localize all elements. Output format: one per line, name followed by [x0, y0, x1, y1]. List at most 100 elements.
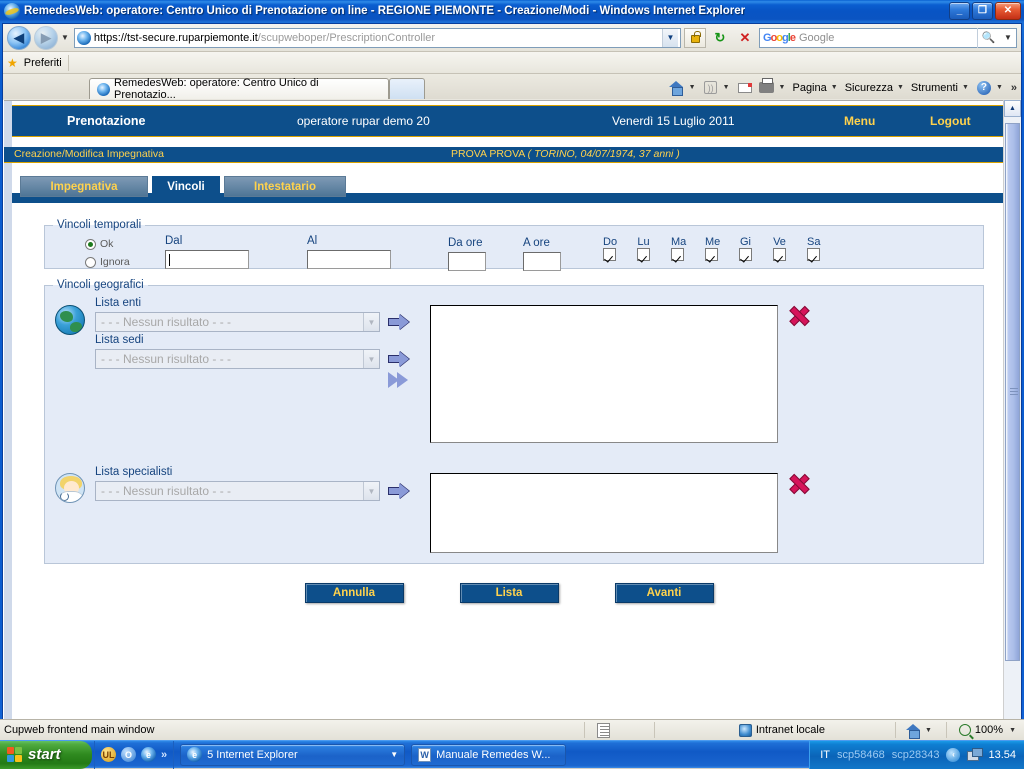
tray-expand-icon[interactable]: ‹	[946, 747, 961, 762]
protected-mode-caret-icon[interactable]: ▼	[925, 727, 932, 734]
weekday-do-checkbox[interactable]	[603, 248, 616, 261]
search-provider-caret-icon[interactable]: ▼	[1003, 33, 1013, 42]
weekday-sa[interactable]: Sa	[807, 236, 820, 261]
weekday-lu-checkbox[interactable]	[637, 248, 650, 261]
security-zone[interactable]: Intranet locale	[738, 723, 825, 737]
page-menu-caret-icon[interactable]: ▼	[831, 84, 838, 91]
address-bar[interactable]: https://tst-secure.ruparpiemonte.it/scup…	[73, 27, 681, 48]
security-menu[interactable]: Sicurezza	[843, 82, 895, 94]
lista-sedi-select[interactable]: - - - Nessun risultato - - - ▼	[95, 349, 380, 369]
forward-button[interactable]: ▶	[34, 25, 58, 50]
taskbar-button-word[interactable]: W Manuale Remedes W...	[411, 743, 567, 766]
clock[interactable]: 13.54	[988, 749, 1016, 761]
tools-menu[interactable]: Strumenti	[909, 82, 960, 94]
quick-launch-overflow-icon[interactable]: »	[161, 749, 167, 761]
radio-ok-row[interactable]: Ok	[85, 238, 113, 250]
lista-specialisti-select[interactable]: - - - Nessun risultato - - - ▼	[95, 481, 380, 501]
tray-item-2[interactable]: scp28343	[892, 749, 940, 761]
back-button[interactable]: ◀	[7, 25, 31, 50]
history-caret-icon[interactable]: ▼	[61, 33, 69, 42]
tab-vincoli[interactable]: Vincoli	[152, 176, 220, 197]
print-caret-icon[interactable]: ▼	[779, 84, 786, 91]
ssl-lock-button[interactable]	[684, 27, 706, 48]
ie-icon[interactable]: e	[141, 747, 156, 762]
logout-link[interactable]: Logout	[930, 114, 971, 128]
minimize-button[interactable]: _	[949, 2, 970, 20]
home-caret-icon[interactable]: ▼	[689, 84, 696, 91]
delete-specialisti-icon[interactable]	[789, 474, 807, 492]
page-menu[interactable]: Pagina	[790, 82, 828, 94]
favorites-star-icon[interactable]: ★	[7, 56, 18, 70]
weekday-ve-checkbox[interactable]	[773, 248, 786, 261]
stop-button[interactable]: ✕	[734, 28, 756, 48]
dal-input[interactable]	[165, 250, 249, 269]
search-go-icon[interactable]: 🔍	[977, 27, 999, 48]
weekday-gi[interactable]: Gi	[739, 236, 752, 261]
weekday-lu[interactable]: Lu	[637, 236, 650, 261]
outlook-icon[interactable]: O	[121, 747, 136, 762]
help-icon[interactable]: ?	[974, 78, 994, 97]
page-scrollbar[interactable]: ▲ ▼	[1003, 100, 1021, 739]
search-box[interactable]: Google Google 🔍 ▼	[759, 27, 1017, 48]
add-all-sedi-arrow-icon[interactable]	[388, 372, 414, 388]
restore-button[interactable]: ❐	[972, 2, 993, 20]
selected-specialisti-listbox[interactable]	[430, 473, 778, 553]
mail-icon[interactable]	[735, 78, 755, 97]
al-input[interactable]	[307, 250, 391, 269]
weekday-do[interactable]: Do	[603, 236, 617, 261]
da-ore-input[interactable]	[448, 252, 486, 271]
favorites-label[interactable]: Preferiti	[24, 57, 62, 69]
weekday-sa-checkbox[interactable]	[807, 248, 820, 261]
new-tab-button[interactable]	[389, 78, 425, 99]
tab-impegnativa[interactable]: Impegnativa	[20, 176, 148, 197]
ulead-icon[interactable]: UL	[101, 747, 116, 762]
zoom-level[interactable]: 100%	[975, 724, 1003, 736]
weekday-ve[interactable]: Ve	[773, 236, 786, 261]
tab-intestatario[interactable]: Intestatario	[224, 176, 346, 197]
browser-tab-active[interactable]: RemedesWeb: operatore: Centro Unico di P…	[89, 77, 389, 101]
taskbar-ie-caret-icon[interactable]: ▼	[390, 750, 398, 759]
weekday-me[interactable]: Me	[705, 236, 720, 261]
lista-button[interactable]: Lista	[459, 583, 559, 603]
annulla-button[interactable]: Annulla	[304, 583, 404, 603]
scroll-up-button[interactable]: ▲	[1004, 100, 1021, 117]
a-ore-input[interactable]	[523, 252, 561, 271]
tray-item-1[interactable]: scp58468	[837, 749, 885, 761]
add-enti-arrow-icon[interactable]	[388, 314, 410, 330]
chevron-down-icon[interactable]: ▼	[363, 350, 379, 368]
chevron-down-icon[interactable]: ▼	[363, 482, 379, 500]
start-button[interactable]: start	[0, 740, 92, 769]
weekday-ma[interactable]: Ma	[671, 236, 686, 261]
lista-enti-select[interactable]: - - - Nessun risultato - - - ▼	[95, 312, 380, 332]
scrollbar-track[interactable]	[1004, 117, 1021, 722]
toolbar-overflow-icon[interactable]: »	[1011, 82, 1017, 94]
selected-enti-listbox[interactable]	[430, 305, 778, 443]
refresh-button[interactable]: ↻	[709, 28, 731, 48]
zoom-caret-icon[interactable]: ▼	[1009, 727, 1016, 734]
rss-caret-icon[interactable]: ▼	[723, 84, 730, 91]
address-dropdown-icon[interactable]: ▼	[662, 28, 678, 47]
rss-icon[interactable]: ))	[701, 78, 721, 97]
weekday-me-checkbox[interactable]	[705, 248, 718, 261]
add-specialisti-arrow-icon[interactable]	[388, 483, 410, 499]
print-icon[interactable]	[757, 78, 777, 97]
search-input[interactable]: Google	[799, 32, 973, 44]
network-icon[interactable]	[967, 748, 984, 761]
security-menu-caret-icon[interactable]: ▼	[897, 84, 904, 91]
help-caret-icon[interactable]: ▼	[996, 84, 1003, 91]
weekday-ma-checkbox[interactable]	[671, 248, 684, 261]
add-sedi-arrow-icon[interactable]	[388, 351, 410, 367]
delete-enti-icon[interactable]	[789, 306, 807, 324]
radio-ignora-row[interactable]: Ignora	[85, 256, 130, 268]
scrollbar-thumb[interactable]	[1005, 123, 1020, 661]
radio-ignora[interactable]	[85, 256, 96, 268]
radio-ok[interactable]	[85, 238, 96, 250]
menu-link[interactable]: Menu	[844, 114, 875, 128]
language-indicator[interactable]: IT	[820, 749, 830, 761]
chevron-down-icon[interactable]: ▼	[363, 313, 379, 331]
tools-menu-caret-icon[interactable]: ▼	[962, 84, 969, 91]
weekday-gi-checkbox[interactable]	[739, 248, 752, 261]
home-icon[interactable]	[667, 78, 687, 97]
close-button[interactable]: ✕	[995, 2, 1021, 20]
avanti-button[interactable]: Avanti	[614, 583, 714, 603]
